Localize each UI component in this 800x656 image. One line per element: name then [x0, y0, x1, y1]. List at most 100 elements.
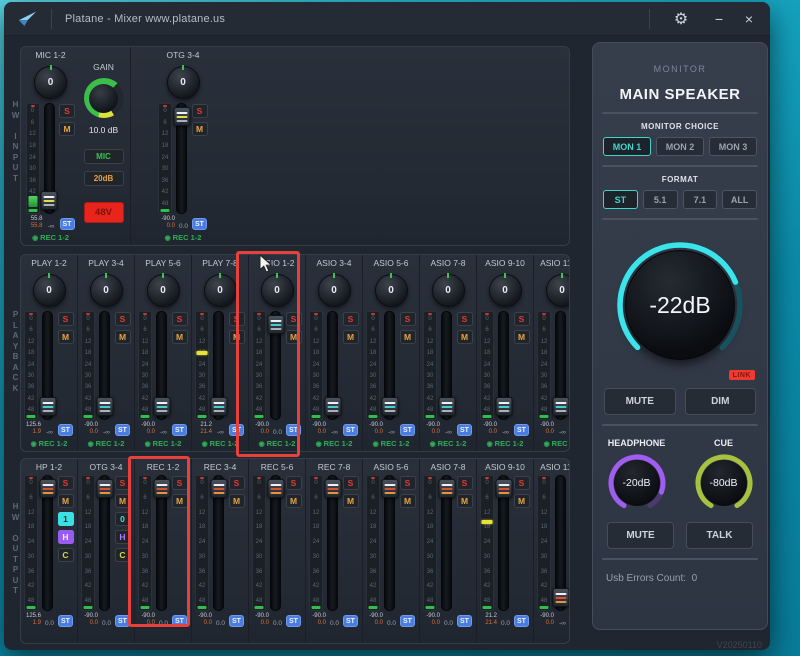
fader-cap[interactable] — [438, 479, 455, 498]
assign-button-0[interactable]: 0 — [115, 512, 131, 526]
fader-cap[interactable] — [267, 479, 284, 498]
mute-button[interactable]: M — [400, 494, 416, 508]
stereo-link-button[interactable]: ST — [115, 424, 130, 436]
fader-cap[interactable] — [552, 588, 569, 607]
monitor-mute-button[interactable]: MUTE — [604, 388, 676, 415]
fader-track[interactable] — [441, 311, 452, 420]
solo-button[interactable]: S — [172, 312, 188, 326]
fader-cap[interactable] — [153, 479, 170, 498]
fader-track[interactable] — [44, 103, 55, 214]
fader-cap[interactable] — [495, 479, 512, 498]
pan-knob[interactable]: 0 — [167, 66, 200, 99]
format-all[interactable]: ALL — [722, 190, 757, 209]
solo-button[interactable]: S — [343, 476, 359, 490]
link-badge[interactable]: LINK — [729, 370, 755, 380]
fader-track[interactable] — [555, 311, 566, 420]
solo-button[interactable]: S — [115, 312, 131, 326]
mic-mode-button[interactable]: MIC — [84, 149, 124, 164]
monitor-choice-mon-1[interactable]: MON 1 — [603, 137, 651, 156]
talk-button[interactable]: TALK — [686, 522, 753, 549]
mute-button[interactable]: M — [343, 494, 359, 508]
pan-knob[interactable]: 0 — [318, 274, 351, 307]
mute-button[interactable]: M — [229, 330, 245, 344]
mute-button[interactable]: M — [58, 330, 74, 344]
minimize-button[interactable]: − — [704, 6, 734, 32]
fader-cap[interactable] — [153, 397, 170, 416]
stereo-link-button[interactable]: ST — [343, 424, 358, 436]
format-7-1[interactable]: 7.1 — [683, 190, 718, 209]
pan-knob[interactable]: 0 — [375, 274, 408, 307]
fader-track[interactable] — [498, 311, 509, 420]
fader-track[interactable] — [42, 311, 53, 420]
stereo-link-button[interactable]: ST — [58, 424, 73, 436]
fader-track[interactable] — [441, 475, 452, 611]
fader-cap[interactable] — [96, 397, 113, 416]
assign-button-h[interactable]: H — [115, 530, 131, 544]
fader-cap[interactable] — [39, 397, 56, 416]
pan-knob[interactable]: 0 — [34, 66, 67, 99]
fader-track[interactable] — [498, 475, 509, 611]
solo-button[interactable]: S — [229, 476, 245, 490]
monitor-choice-mon-2[interactable]: MON 2 — [656, 137, 704, 156]
stereo-link-button[interactable]: ST — [343, 615, 358, 627]
mute-button[interactable]: M — [286, 494, 302, 508]
stereo-link-button[interactable]: ST — [514, 424, 529, 436]
mute-button[interactable]: M — [343, 330, 359, 344]
pan-knob[interactable]: 0 — [261, 274, 294, 307]
solo-button[interactable]: S — [115, 476, 131, 490]
mute-button[interactable]: M — [172, 494, 188, 508]
solo-button[interactable]: S — [400, 312, 416, 326]
fader-cap[interactable] — [552, 397, 569, 416]
solo-button[interactable]: S — [400, 476, 416, 490]
mute-button[interactable]: M — [115, 330, 131, 344]
pad-20db-button[interactable]: 20dB — [84, 171, 124, 186]
fader-cap[interactable] — [324, 479, 341, 498]
stereo-link-button[interactable]: ST — [457, 615, 472, 627]
pan-knob[interactable]: 0 — [546, 274, 571, 307]
fader-track[interactable] — [156, 311, 167, 420]
gain-knob[interactable] — [84, 78, 124, 118]
stereo-link-button[interactable]: ST — [172, 615, 187, 627]
solo-button[interactable]: S — [58, 476, 74, 490]
stereo-link-button[interactable]: ST — [286, 424, 301, 436]
solo-button[interactable]: S — [457, 476, 473, 490]
solo-button[interactable]: S — [286, 312, 302, 326]
fader-cap[interactable] — [96, 479, 113, 498]
fader-cap[interactable] — [381, 397, 398, 416]
fader-track[interactable] — [156, 475, 167, 611]
stereo-link-button[interactable]: ST — [457, 424, 472, 436]
assign-button-c[interactable]: C — [58, 548, 74, 562]
mute-button[interactable]: M — [229, 494, 245, 508]
fader-cap[interactable] — [39, 479, 56, 498]
format-5-1[interactable]: 5.1 — [643, 190, 678, 209]
mute-button[interactable]: M — [286, 330, 302, 344]
assign-button-1[interactable]: 1 — [58, 512, 74, 526]
main-level-knob[interactable]: -22dB — [625, 250, 735, 360]
mute-button[interactable]: M — [400, 330, 416, 344]
solo-button[interactable]: S — [514, 476, 530, 490]
mute-button[interactable]: M — [457, 494, 473, 508]
fader-track[interactable] — [99, 311, 110, 420]
stereo-link-button[interactable]: ST — [115, 615, 130, 627]
monitor-choice-mon-3[interactable]: MON 3 — [709, 137, 757, 156]
fader-cap[interactable] — [324, 397, 341, 416]
mute-button[interactable]: M — [457, 330, 473, 344]
headphone-knob[interactable]: -20dB — [606, 452, 668, 514]
fader-cap[interactable] — [267, 315, 284, 334]
pan-knob[interactable]: 0 — [432, 274, 465, 307]
fader-track[interactable] — [384, 475, 395, 611]
solo-button[interactable]: S — [286, 476, 302, 490]
solo-button[interactable]: S — [514, 312, 530, 326]
stereo-link-button[interactable]: ST — [60, 218, 75, 230]
fader-track[interactable] — [327, 311, 338, 420]
mute-button[interactable]: M — [514, 330, 530, 344]
fader-cap[interactable] — [210, 479, 227, 498]
pan-knob[interactable]: 0 — [147, 274, 180, 307]
mute-button[interactable]: M — [59, 122, 75, 136]
fader-track[interactable] — [42, 475, 53, 611]
fader-cap[interactable] — [381, 479, 398, 498]
pan-knob[interactable]: 0 — [489, 274, 522, 307]
fader-cap[interactable] — [438, 397, 455, 416]
fader-cap[interactable] — [210, 397, 227, 416]
stereo-link-button[interactable]: ST — [229, 424, 244, 436]
